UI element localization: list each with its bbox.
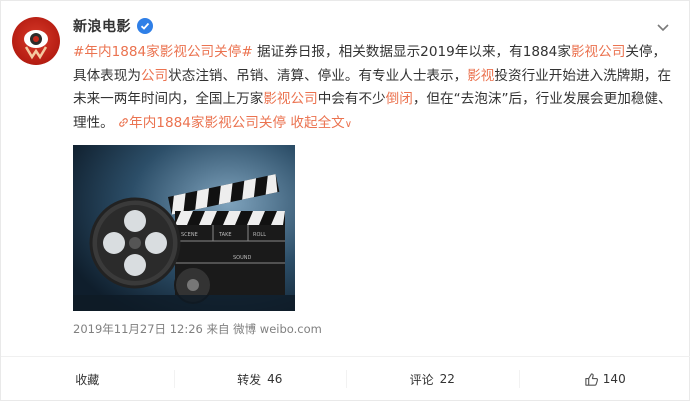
link-icon xyxy=(119,117,128,127)
comment-count: 22 xyxy=(439,372,455,386)
post-text: 中会有不少 xyxy=(317,91,386,107)
clapper-take-label: TAKE xyxy=(218,232,232,238)
post-text: 状态注销、吊销、清算、停业。有专业人士表示， xyxy=(168,67,468,84)
comment-label: 评论 xyxy=(409,372,434,387)
collapse-arrow-icon: ∨ xyxy=(344,118,353,130)
keyword-link[interactable]: 倒闭 xyxy=(386,91,413,107)
author-name[interactable]: 新浪电影 xyxy=(73,16,131,36)
like-button[interactable]: 140 xyxy=(518,357,690,401)
clapper-scene-label: SCENE xyxy=(181,232,198,238)
keyword-link[interactable]: 公司 xyxy=(141,68,168,84)
keyword-link[interactable]: 影视公司 xyxy=(571,44,625,60)
favorite-button[interactable]: 收藏 xyxy=(1,357,174,401)
post-meta: 2019年11月27日 12:26 来自 微博 weibo.com xyxy=(73,321,322,337)
weibo-post-card: 新浪电影 #年内1884家影视公司关停# 据证券日报，相关数据显示2019年以来… xyxy=(0,0,690,401)
collapse-link[interactable]: 收起全文∨ xyxy=(290,115,352,131)
repost-count: 46 xyxy=(267,372,283,386)
post-source: 来自 微博 weibo.com xyxy=(206,322,322,336)
like-icon xyxy=(585,372,598,386)
clapperboard-film-reel-image: SCENE TAKE ROLL SOUND xyxy=(73,145,295,311)
hashtag-link[interactable]: #年内1884家影视公司关停# xyxy=(73,44,253,60)
clapper-roll-label: ROLL xyxy=(253,232,266,238)
repost-label: 转发 xyxy=(237,372,262,387)
topic-link[interactable]: 年内1884家影视公司关停 xyxy=(118,115,286,131)
keyword-link[interactable]: 影视 xyxy=(467,68,494,84)
topic-link-text-a: 年内1884家 xyxy=(129,114,205,131)
topic-link-text-b: 影视公司 xyxy=(204,114,259,131)
avatar[interactable] xyxy=(12,17,60,65)
chevron-down-icon[interactable] xyxy=(655,19,671,35)
verified-icon xyxy=(137,18,153,34)
post-time[interactable]: 2019年11月27日 12:26 xyxy=(73,322,203,336)
avatar-logo-icon xyxy=(24,30,48,60)
author-row: 新浪电影 xyxy=(73,16,153,36)
post-content: #年内1884家影视公司关停# 据证券日报，相关数据显示2019年以来，有188… xyxy=(73,41,673,136)
collapse-label: 收起全文 xyxy=(290,114,345,131)
favorite-label: 收藏 xyxy=(75,372,100,387)
topic-link-text-c: 关停 xyxy=(258,114,287,131)
keyword-link[interactable]: 影视公司 xyxy=(263,91,317,107)
like-count: 140 xyxy=(602,372,626,386)
post-text: 据证券日报，相关数据显示2019年以来，有1884家 xyxy=(257,44,571,60)
post-image[interactable]: SCENE TAKE ROLL SOUND xyxy=(73,145,295,311)
clapper-sound-label: SOUND xyxy=(233,255,252,261)
comment-button[interactable]: 评论 22 xyxy=(346,357,519,401)
repost-button[interactable]: 转发 46 xyxy=(173,357,347,401)
action-bar: 收藏 转发 46 评论 22 140 xyxy=(1,357,690,401)
